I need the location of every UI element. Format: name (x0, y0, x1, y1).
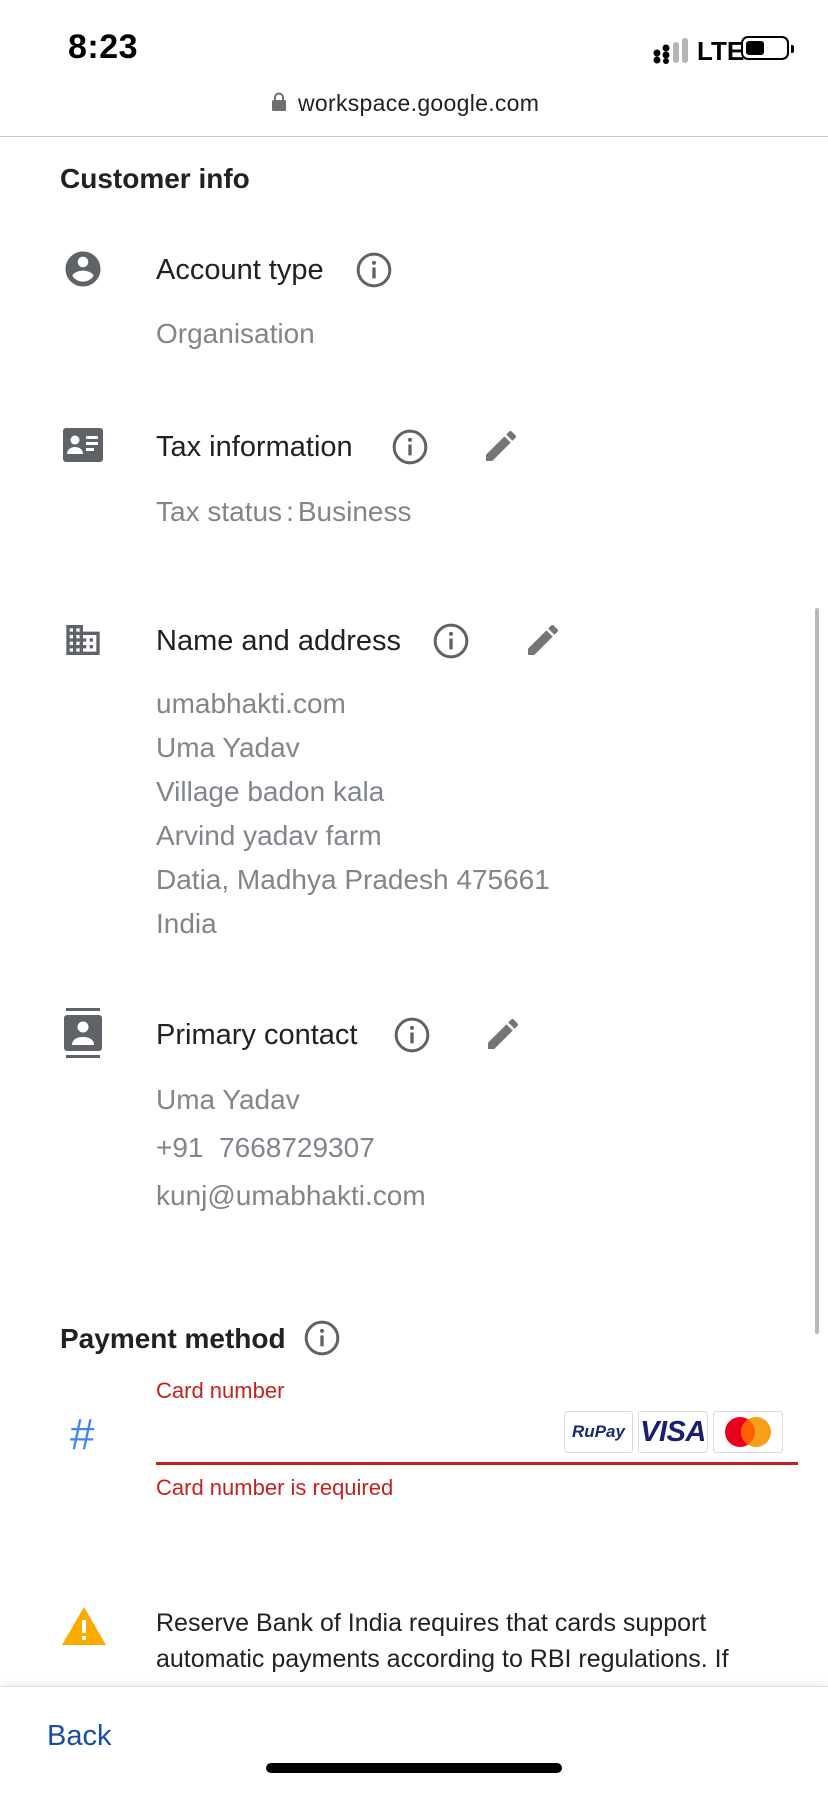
tax-information-edit-icon[interactable] (481, 426, 521, 466)
business-building-icon (62, 620, 104, 660)
name-and-address-edit-icon[interactable] (523, 620, 563, 660)
lock-icon (272, 92, 286, 111)
address-line: Uma Yadav (156, 732, 300, 763)
tax-information-info-icon[interactable] (390, 427, 430, 467)
home-indicator[interactable] (266, 1763, 562, 1773)
customer-info-title: Customer info (60, 163, 250, 194)
url-text[interactable]: workspace.google.com (298, 90, 539, 117)
contact-phone: +91 7668729307 (156, 1132, 375, 1163)
address-line: Village badon kala (156, 776, 385, 807)
hash-icon: # (70, 1410, 95, 1459)
battery-icon (741, 36, 794, 60)
tax-status: Tax status: Business (156, 496, 412, 527)
mastercard-logo (713, 1411, 783, 1453)
address-block: umabhakti.com Uma Yadav Village badon ka… (156, 682, 550, 946)
rbi-warning-text: Reserve Bank of India requires that card… (156, 1609, 729, 1673)
account-type-label: Account type (156, 254, 324, 286)
primary-contact-label: Primary contact (156, 1019, 358, 1051)
back-button[interactable]: Back (47, 1720, 111, 1753)
contact-book-icon (63, 1008, 103, 1058)
scrollbar[interactable] (815, 608, 819, 1334)
warning-icon (61, 1606, 107, 1651)
account-type-info-icon[interactable] (354, 250, 394, 290)
payment-method-info-icon[interactable] (302, 1318, 342, 1358)
bottom-action-bar (0, 1686, 828, 1793)
contact-email: kunj@umabhakti.com (156, 1180, 426, 1211)
address-line: umabhakti.com (156, 688, 346, 719)
card-number-error: Card number is required (156, 1475, 394, 1500)
signal-icon (653, 38, 688, 64)
tax-information-label: Tax information (156, 431, 353, 463)
id-card-icon (62, 425, 104, 465)
account-type-value: Organisation (156, 318, 315, 349)
name-and-address-info-icon[interactable] (431, 621, 471, 661)
address-line: Datia, Madhya Pradesh 475661 (156, 864, 550, 895)
payment-method-title: Payment method (60, 1323, 286, 1354)
visa-logo: VISA (638, 1411, 708, 1453)
address-line: Arvind yadav farm (156, 820, 382, 851)
tax-status-value: Business (297, 496, 412, 527)
rupay-logo: RuPay (564, 1411, 633, 1453)
tax-status-label: Tax status (156, 496, 283, 527)
status-time: 8:23 (68, 28, 139, 66)
card-number-label: Card number (156, 1378, 285, 1403)
primary-contact-edit-icon[interactable] (483, 1014, 523, 1054)
address-line: India (156, 908, 217, 939)
account-circle-icon (62, 248, 104, 290)
name-and-address-label: Name and address (156, 625, 402, 657)
primary-contact-info-icon[interactable] (392, 1015, 432, 1055)
contact-name: Uma Yadav (156, 1084, 300, 1115)
network-type: LTE (697, 36, 745, 66)
url-divider (0, 136, 828, 137)
